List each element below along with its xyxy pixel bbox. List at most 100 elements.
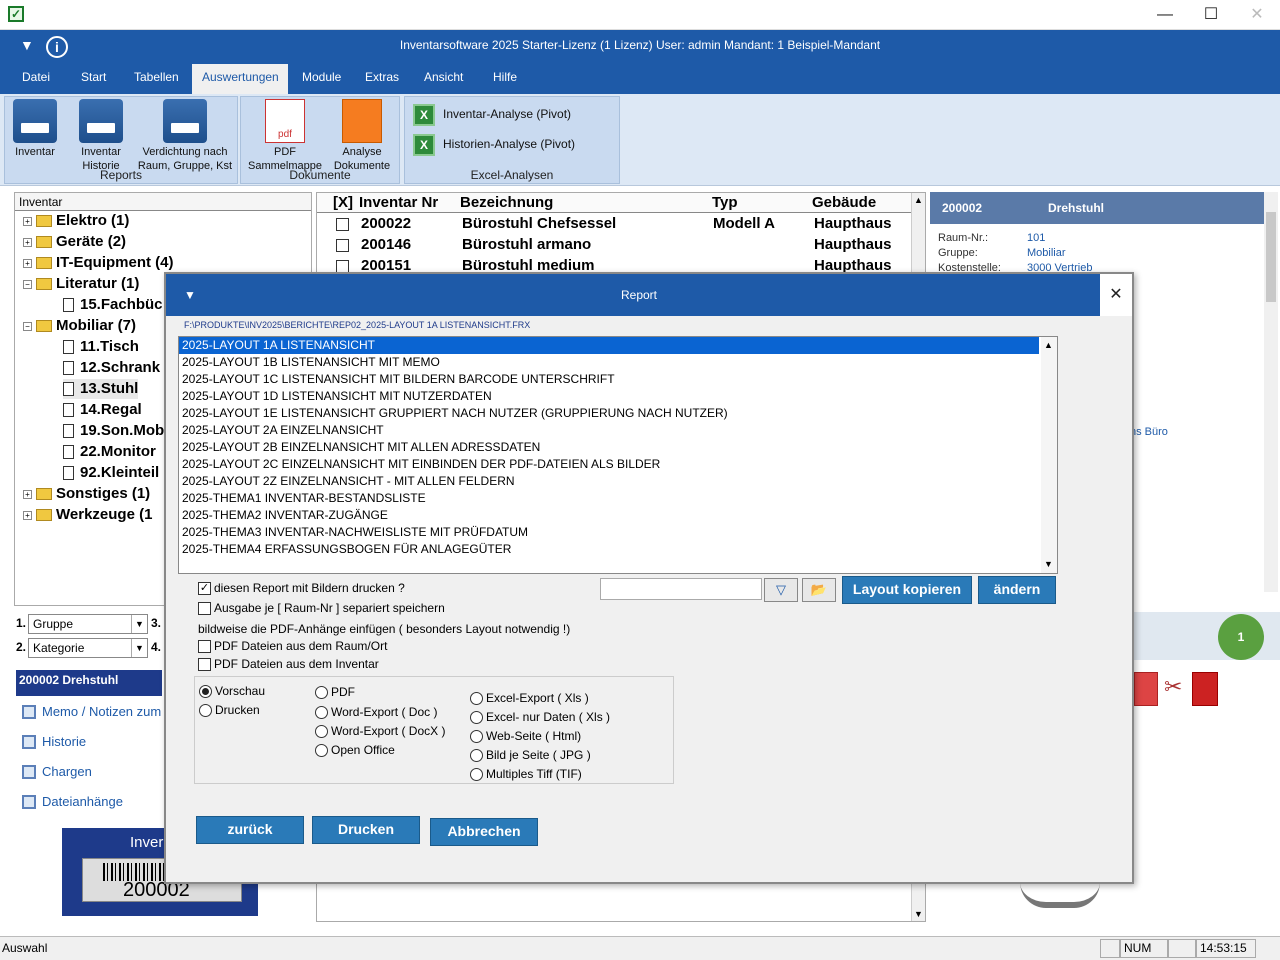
tools-icon[interactable]: ✂: [1164, 674, 1192, 706]
tree-item[interactable]: − Mobiliar (7): [23, 316, 136, 336]
grid-header[interactable]: Typ: [712, 194, 738, 211]
checkmark-icon[interactable]: ✓: [198, 582, 211, 596]
checkbox-box[interactable]: [198, 602, 211, 616]
web-page-radio[interactable]: Web-Seite ( Html): [470, 728, 581, 744]
vorschau-radio[interactable]: Vorschau: [199, 683, 265, 699]
tree-item[interactable]: + IT-Equipment (4): [23, 253, 174, 273]
menu-tabellen[interactable]: Tabellen: [124, 64, 189, 94]
scroll-down-icon[interactable]: ▼: [914, 909, 923, 919]
historien-pivot-button[interactable]: X Historien-Analyse (Pivot): [413, 133, 575, 156]
radio-button[interactable]: [470, 768, 483, 782]
expand-icon[interactable]: +: [23, 216, 32, 226]
tree-item[interactable]: 14.Regal: [63, 400, 142, 420]
report-list[interactable]: 2025-LAYOUT 1A LISTENANSICHT 2025-LAYOUT…: [178, 336, 1058, 574]
list-item[interactable]: 2025-LAYOUT 2A EINZELNANSICHT: [179, 422, 1057, 439]
tree-item[interactable]: 19.Son.Mob: [63, 421, 164, 441]
tree-item[interactable]: 15.Fachbüc: [63, 295, 163, 315]
dialog-close-button[interactable]: ✕: [1100, 274, 1132, 316]
jpg-radio[interactable]: Bild je Seite ( JPG ): [470, 747, 591, 763]
expand-icon[interactable]: +: [23, 258, 32, 268]
layout-copy-button[interactable]: Layout kopieren: [842, 576, 972, 604]
menu-datei[interactable]: Datei: [12, 64, 60, 94]
scroll-down-icon[interactable]: ▼: [1044, 559, 1053, 569]
list-item[interactable]: 2025-LAYOUT 2B EINZELNANSICHT MIT ALLEN …: [179, 439, 1057, 456]
list-item[interactable]: 2025-LAYOUT 1C LISTENANSICHT MIT BILDERN…: [179, 371, 1057, 388]
menu-extras[interactable]: Extras: [355, 64, 409, 94]
list-item[interactable]: 2025-LAYOUT 1A LISTENANSICHT: [179, 337, 1039, 354]
cancel-button[interactable]: Abbrechen: [430, 818, 538, 846]
radio-button[interactable]: [470, 711, 483, 725]
radio-button[interactable]: [470, 692, 483, 706]
excel-data-radio[interactable]: Excel- nur Daten ( Xls ): [470, 709, 610, 725]
gruppe-select[interactable]: Gruppe ▼: [28, 614, 148, 634]
analyse-dokumente-button[interactable]: Analyse Dokumente: [327, 99, 397, 173]
word-doc-radio[interactable]: Word-Export ( Doc ): [315, 704, 437, 720]
list-item[interactable]: 2025-THEMA4 ERFASSUNGSBOGEN FÜR ANLAGEGÜ…: [179, 541, 1057, 558]
back-button[interactable]: zurück: [196, 816, 304, 844]
list-item[interactable]: 2025-LAYOUT 2Z EINZELNANSICHT - MIT ALLE…: [179, 473, 1057, 490]
list-item[interactable]: 2025-LAYOUT 2C EINZELNANSICHT MIT EINBIN…: [179, 456, 1057, 473]
expand-icon[interactable]: +: [23, 489, 32, 499]
tree-item[interactable]: 11.Tisch: [63, 337, 139, 357]
table-row[interactable]: 200146 Bürostuhl armano Haupthaus: [317, 235, 911, 256]
filter-icon[interactable]: ▽: [764, 578, 798, 602]
inventar-pivot-button[interactable]: X Inventar-Analyse (Pivot): [413, 103, 571, 126]
excel-export-radio[interactable]: Excel-Export ( Xls ): [470, 690, 589, 706]
pdf-inventar-checkbox[interactable]: PDF Dateien aus dem Inventar: [198, 656, 379, 672]
tree-item[interactable]: − Literatur (1): [23, 274, 139, 294]
tree-item[interactable]: 12.Schrank: [63, 358, 160, 378]
chevron-down-icon[interactable]: ▼: [131, 639, 147, 657]
table-row[interactable]: 200022 Bürostuhl Chefsessel Modell A Hau…: [317, 214, 911, 235]
bilder-checkbox[interactable]: ✓ diesen Report mit Bildern drucken ?: [198, 580, 405, 596]
historie-link[interactable]: Historie: [16, 730, 86, 754]
menu-start[interactable]: Start: [71, 64, 116, 94]
list-item[interactable]: 2025-THEMA2 INVENTAR-ZUGÄNGE: [179, 507, 1057, 524]
detail-scrollbar[interactable]: [1264, 192, 1278, 592]
radio-button[interactable]: [199, 704, 212, 718]
radio-button[interactable]: [470, 730, 483, 744]
memo-link[interactable]: Memo / Notizen zum: [16, 700, 161, 724]
expand-icon[interactable]: +: [23, 510, 32, 520]
pdf-file-icon[interactable]: [1192, 672, 1218, 706]
list-scrollbar[interactable]: ▲ ▼: [1041, 337, 1057, 573]
chargen-link[interactable]: Chargen: [16, 760, 92, 784]
radio-button[interactable]: [315, 706, 328, 720]
powerpoint-icon[interactable]: [1134, 672, 1158, 706]
list-item[interactable]: 2025-THEMA1 INVENTAR-BESTANDSLISTE: [179, 490, 1057, 507]
raum-checkbox[interactable]: Ausgabe je [ Raum-Nr ] separiert speiche…: [198, 600, 445, 616]
grid-header[interactable]: Bezeichnung: [460, 194, 553, 211]
maximize-button[interactable]: ☐: [1188, 0, 1234, 30]
user-avatar-icon[interactable]: 1: [1218, 614, 1264, 660]
open-office-radio[interactable]: Open Office: [315, 742, 395, 758]
row-checkbox[interactable]: [336, 239, 349, 252]
scroll-up-icon[interactable]: ▲: [914, 195, 923, 205]
radio-button[interactable]: [199, 685, 212, 699]
radio-button[interactable]: [315, 725, 328, 739]
radio-button[interactable]: [470, 749, 483, 763]
menu-hilfe[interactable]: Hilfe: [483, 64, 527, 94]
pdf-radio[interactable]: PDF: [315, 684, 355, 700]
grid-header[interactable]: [X]: [333, 194, 353, 211]
tree-item[interactable]: + Werkzeuge (1: [23, 505, 152, 525]
radio-button[interactable]: [315, 686, 328, 700]
pdf-sammelmappe-button[interactable]: pdf PDF Sammelmappe: [247, 99, 323, 173]
tree-item[interactable]: + Sonstiges (1): [23, 484, 150, 504]
verdichtung-report-button[interactable]: Verdichtung nach Raum, Gruppe, Kst: [133, 99, 237, 173]
change-button[interactable]: ändern: [978, 576, 1056, 604]
inventar-report-button[interactable]: Inventar: [7, 99, 63, 159]
drucken-radio[interactable]: Drucken: [199, 702, 260, 718]
checkbox-box[interactable]: [198, 658, 211, 672]
search-input[interactable]: [600, 578, 762, 600]
chevron-down-icon[interactable]: ▼: [131, 615, 147, 633]
tree-item[interactable]: 92.Kleinteil: [63, 463, 159, 483]
grid-header[interactable]: Inventar Nr: [359, 194, 438, 211]
scroll-thumb[interactable]: [1266, 212, 1276, 302]
list-item[interactable]: 2025-THEMA3 INVENTAR-NACHWEISLISTE MIT P…: [179, 524, 1057, 541]
menu-module[interactable]: Module: [292, 64, 351, 94]
folder-open-icon[interactable]: 📂: [802, 578, 836, 602]
row-checkbox[interactable]: [336, 218, 349, 231]
checkbox-box[interactable]: [198, 640, 211, 654]
collapse-icon[interactable]: −: [23, 279, 32, 289]
print-button[interactable]: Drucken: [312, 816, 420, 844]
pdf-raum-checkbox[interactable]: PDF Dateien aus dem Raum/Ort: [198, 638, 387, 654]
